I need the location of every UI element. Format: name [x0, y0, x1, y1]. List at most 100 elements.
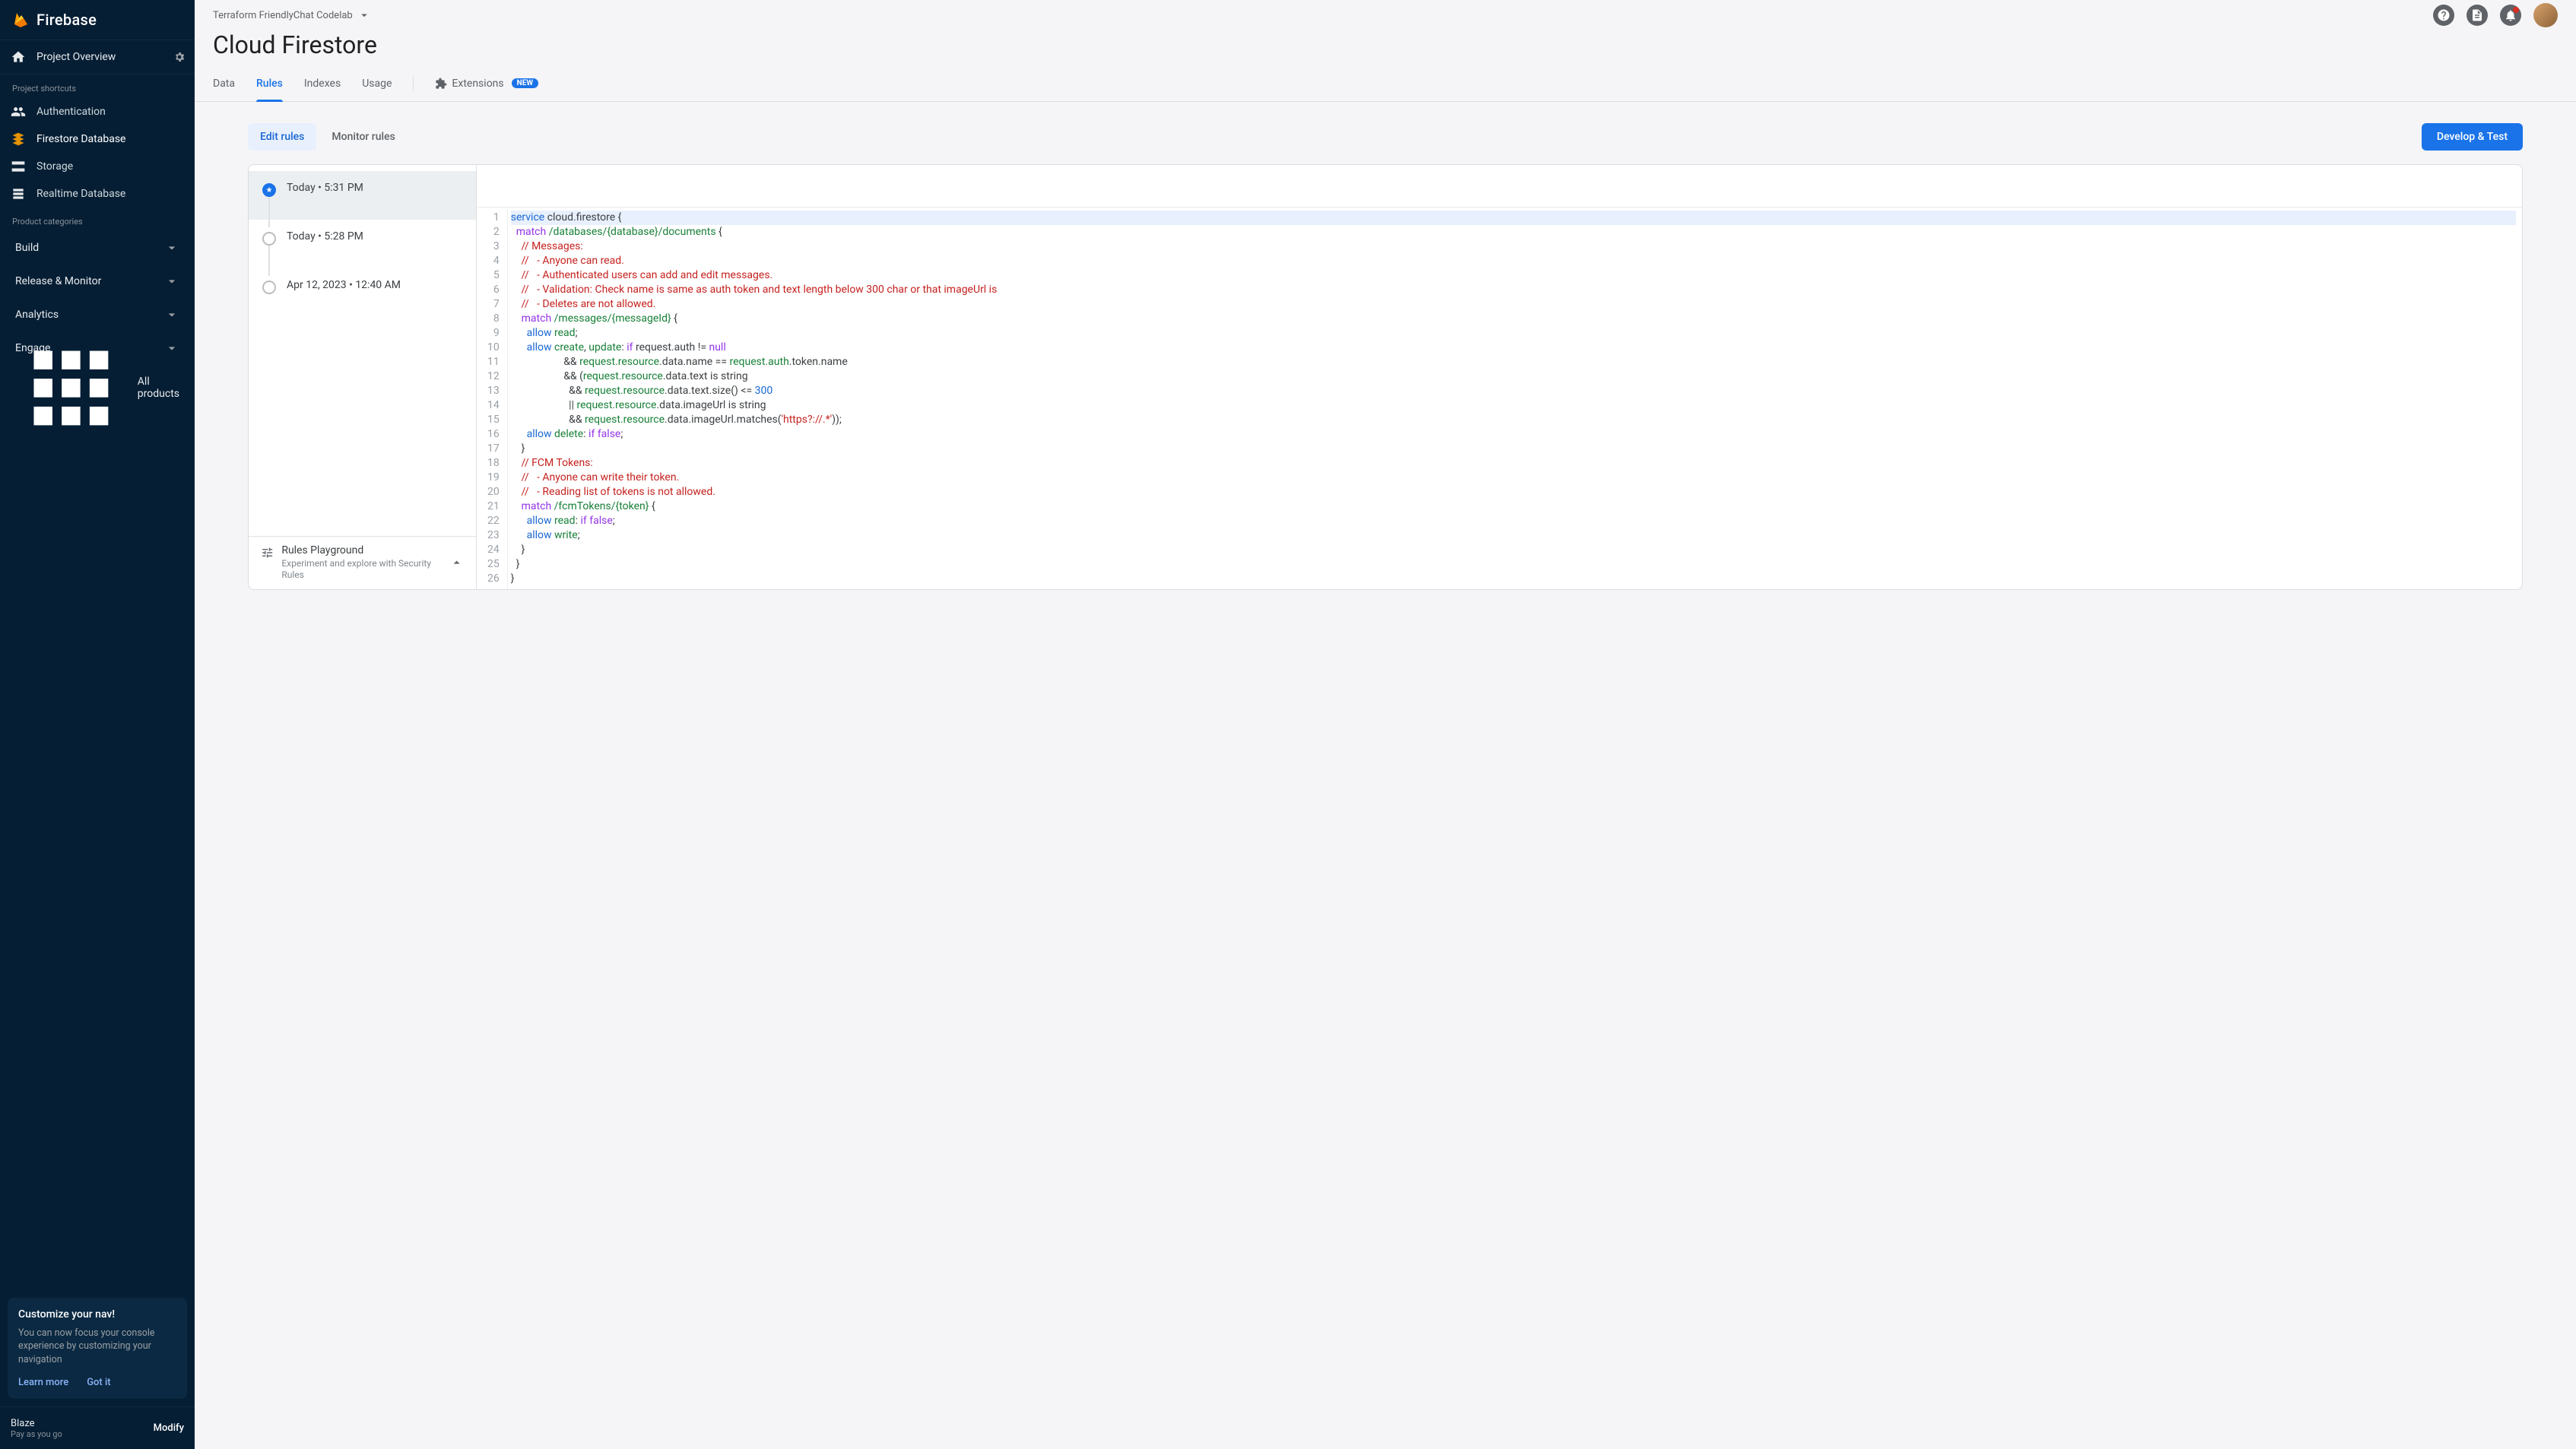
all-products-label: All products — [138, 376, 179, 400]
firestore-icon — [11, 132, 26, 147]
history-timestamp: Apr 12, 2023 • 12:40 AM — [287, 279, 401, 291]
code-line[interactable]: // - Reading list of tokens is not allow… — [511, 485, 2516, 499]
category-label: Release & Monitor — [15, 275, 101, 287]
nav-card-body: You can now focus your console experienc… — [18, 1327, 176, 1367]
firebase-brand[interactable]: Firebase — [0, 0, 195, 40]
all-products-link[interactable]: All products — [5, 371, 190, 404]
tab-data[interactable]: Data — [213, 65, 235, 101]
sidebar-category-release-monitor[interactable]: Release & Monitor — [5, 265, 190, 298]
code-line[interactable]: service cloud.firestore { — [511, 211, 2516, 225]
nav-card-learn-more-link[interactable]: Learn more — [18, 1377, 68, 1388]
history-item[interactable]: Today • 5:31 PM — [249, 171, 476, 220]
line-gutter: 1234567891011121314151617181920212223242… — [477, 208, 508, 589]
history-timestamp: Today • 5:31 PM — [287, 182, 363, 194]
chevron-down-icon — [164, 341, 179, 356]
sidebar-category-build[interactable]: Build — [5, 231, 190, 265]
shortcuts-section-label: Project shortcuts — [0, 75, 195, 98]
code-line[interactable]: // Messages: — [511, 239, 2516, 254]
code-line[interactable]: match /databases/{database}/documents { — [511, 225, 2516, 239]
sidebar-shortcut-firestore-database[interactable]: Firestore Database — [0, 125, 187, 153]
docs-button[interactable] — [2467, 5, 2488, 26]
history-item[interactable]: Today • 5:28 PM — [249, 220, 476, 268]
sidebar-item-label: Realtime Database — [36, 188, 176, 200]
dropdown-arrow-icon — [357, 8, 371, 22]
sidebar-shortcut-realtime-database[interactable]: Realtime Database — [0, 180, 187, 208]
document-icon — [2470, 8, 2484, 22]
tab-rules[interactable]: Rules — [256, 65, 283, 101]
project-overview-label: Project Overview — [36, 51, 116, 63]
tab-separator — [413, 76, 414, 91]
code-line[interactable]: } — [511, 572, 2516, 586]
notifications-button[interactable] — [2500, 5, 2521, 26]
code-line[interactable]: allow create, update: if request.auth !=… — [511, 341, 2516, 355]
tune-icon — [261, 546, 274, 560]
code-line[interactable]: // - Validation: Check name is same as a… — [511, 283, 2516, 297]
code-lines[interactable]: service cloud.firestore { match /databas… — [508, 208, 2522, 589]
code-line[interactable]: && request.resource.data.text.size() <= … — [511, 384, 2516, 398]
topbar: Terraform FriendlyChat Codelab — [195, 0, 2576, 30]
history-dot-icon — [262, 183, 276, 197]
rules-playground-toggle[interactable]: Rules Playground Experiment and explore … — [249, 536, 476, 589]
nav-card-title: Customize your nav! — [18, 1308, 176, 1321]
code-line[interactable]: match /messages/{messageId} { — [511, 312, 2516, 326]
extensions-label: Extensions — [452, 78, 503, 90]
sidebar-shortcut-authentication[interactable]: Authentication — [0, 98, 187, 125]
code-line[interactable]: // - Anyone can read. — [511, 254, 2516, 268]
tab-indexes[interactable]: Indexes — [304, 65, 341, 101]
code-line[interactable]: match /fcmTokens/{token} { — [511, 499, 2516, 514]
tab-usage[interactable]: Usage — [362, 65, 392, 101]
monitor-rules-tab[interactable]: Monitor rules — [319, 123, 407, 151]
sidebar-shortcut-storage[interactable]: Storage — [0, 153, 187, 180]
sidebar-category-analytics[interactable]: Analytics — [5, 298, 190, 331]
extensions-new-badge: NEW — [512, 78, 538, 88]
code-line[interactable]: && request.resource.data.name == request… — [511, 355, 2516, 369]
history-item[interactable]: Apr 12, 2023 • 12:40 AM — [249, 268, 476, 317]
chevron-down-icon — [164, 240, 179, 255]
project-selector-dropdown[interactable]: Terraform FriendlyChat Codelab — [213, 8, 371, 22]
realtime-db-icon — [11, 186, 26, 201]
code-line[interactable]: // - Deletes are not allowed. — [511, 297, 2516, 312]
code-line[interactable]: // - Anyone can write their token. — [511, 471, 2516, 485]
code-line[interactable]: allow read: if false; — [511, 514, 2516, 528]
plan-modify-button[interactable]: Modify — [154, 1422, 184, 1434]
topbar-actions — [2433, 3, 2558, 27]
sidebar-item-label: Firestore Database — [36, 133, 176, 145]
code-line[interactable]: } — [511, 543, 2516, 557]
edit-rules-tab[interactable]: Edit rules — [248, 123, 316, 151]
code-line[interactable]: } — [511, 442, 2516, 456]
code-line[interactable]: } — [511, 557, 2516, 572]
rules-history-pane: Today • 5:31 PM Today • 5:28 PM Apr 12, 20… — [249, 165, 477, 589]
code-line[interactable]: // FCM Tokens: — [511, 456, 2516, 471]
code-line[interactable]: && request.resource.data.imageUrl.matche… — [511, 413, 2516, 427]
bell-icon — [2504, 8, 2517, 22]
code-line[interactable]: allow delete: if false; — [511, 427, 2516, 442]
settings-gear-icon[interactable] — [173, 49, 189, 65]
project-overview-link[interactable]: Project Overview — [6, 49, 116, 65]
history-dot-icon — [262, 232, 276, 246]
develop-test-button[interactable]: Develop & Test — [2422, 123, 2523, 151]
main-area: Terraform FriendlyChat Codelab Cloud Fir… — [195, 0, 2576, 1449]
billing-plan-row: Blaze Pay as you go Modify — [0, 1406, 195, 1449]
firestore-tabs: Data Rules Indexes Usage Extensions NEW — [195, 65, 2576, 102]
code-line[interactable]: // - Authenticated users can add and edi… — [511, 268, 2516, 283]
playground-title: Rules Playground — [281, 544, 449, 556]
code-area[interactable]: 1234567891011121314151617181920212223242… — [477, 208, 2522, 589]
code-line[interactable]: || request.resource.data.imageUrl is str… — [511, 398, 2516, 413]
brand-text: Firebase — [36, 11, 97, 29]
code-line[interactable]: allow write; — [511, 528, 2516, 543]
project-overview-row: Project Overview — [0, 40, 195, 75]
code-line[interactable]: && (request.resource.data.text is string — [511, 369, 2516, 384]
chevron-down-icon — [164, 307, 179, 322]
help-button[interactable] — [2433, 5, 2454, 26]
help-icon — [2437, 8, 2451, 22]
sidebar-item-label: Storage — [36, 160, 176, 173]
plan-name: Blaze — [11, 1418, 62, 1429]
code-line[interactable]: allow read; — [511, 326, 2516, 341]
rules-panel: Today • 5:31 PM Today • 5:28 PM Apr 12, 20… — [248, 164, 2523, 590]
tab-extensions[interactable]: Extensions NEW — [435, 65, 538, 101]
user-avatar[interactable] — [2533, 3, 2558, 27]
playground-sub: Experiment and explore with Security Rul… — [281, 558, 449, 582]
chevron-up-icon — [449, 555, 464, 570]
nav-customize-card: Customize your nav! You can now focus yo… — [8, 1298, 187, 1400]
nav-card-got-it-link[interactable]: Got it — [87, 1377, 110, 1388]
